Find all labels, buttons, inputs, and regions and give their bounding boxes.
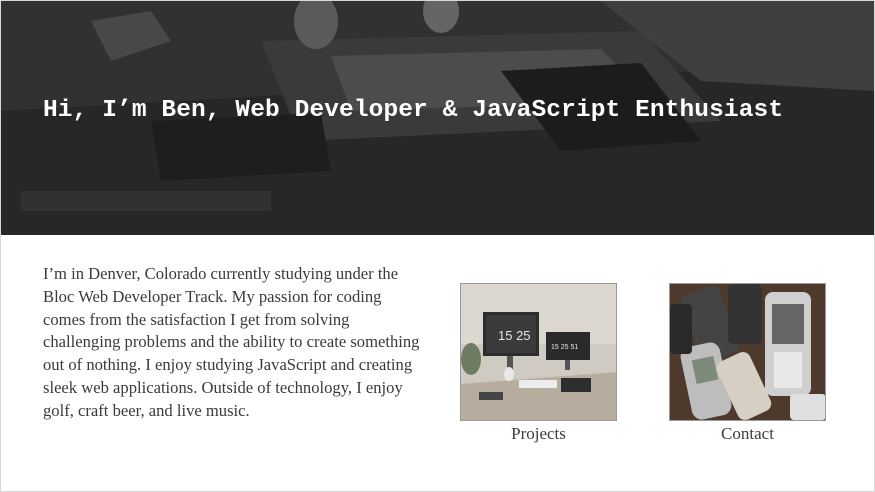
contact-card[interactable]: Contact [669, 283, 826, 444]
projects-screen-time-left: 15 25 [498, 328, 531, 343]
contact-label[interactable]: Contact [669, 424, 826, 444]
projects-screen-time-right: 15 25 51 [551, 344, 578, 351]
about-text: I’m in Denver, Colorado currently studyi… [43, 264, 420, 420]
projects-desk-image: 15 25 15 25 51 [461, 284, 616, 420]
hero-banner: Hi, I’m Ben, Web Developer & JavaScript … [1, 1, 874, 235]
contact-thumbnail[interactable] [669, 283, 826, 421]
projects-thumbnail[interactable]: 15 25 15 25 51 [460, 283, 617, 421]
projects-card[interactable]: 15 25 15 25 51 Projects [460, 283, 617, 444]
page-frame: Hi, I’m Ben, Web Developer & JavaScript … [0, 0, 875, 492]
hero-title: Hi, I’m Ben, Web Developer & JavaScript … [43, 97, 784, 124]
projects-label[interactable]: Projects [460, 424, 617, 444]
contact-phones-image [670, 284, 825, 420]
